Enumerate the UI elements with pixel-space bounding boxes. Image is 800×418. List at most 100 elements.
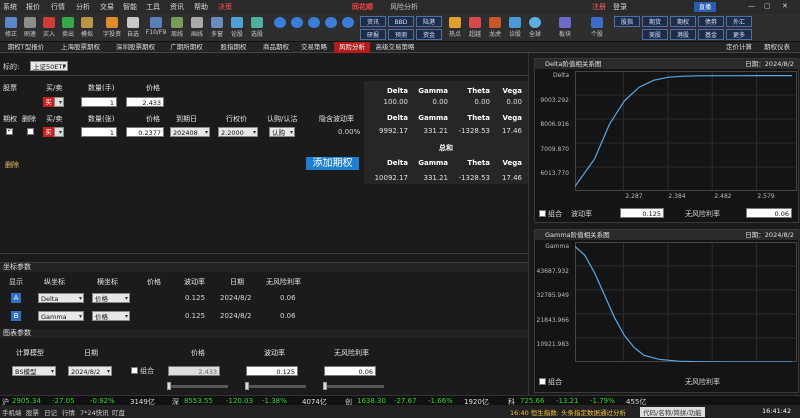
minimize-icon[interactable]: — [748, 2, 755, 10]
menu-item-tools[interactable]: 工具 [146, 2, 160, 12]
nav-forward-button[interactable] [289, 16, 305, 40]
index-futures-box[interactable]: 股指 [614, 16, 640, 27]
news-box[interactable]: 资讯 [360, 16, 386, 27]
underlying-select[interactable]: 上证50ETF [30, 61, 68, 72]
f10-button[interactable]: F10/F9 [144, 16, 168, 40]
options-box[interactable]: 期权 [670, 16, 696, 27]
chart-vol-input[interactable]: 0.125 [246, 366, 298, 376]
menu-item-analysis[interactable]: 分析 [76, 2, 90, 12]
close-icon[interactable]: ✕ [782, 2, 788, 10]
tab-strategy[interactable]: 交易策略 [296, 42, 332, 53]
draw-line-button[interactable]: 画线 [188, 16, 206, 40]
sector-button[interactable]: 板块 [556, 16, 574, 40]
price-slider[interactable] [168, 385, 228, 388]
invest-button[interactable]: 字投资 [100, 16, 124, 40]
sell-button[interactable]: 卖出 [59, 16, 77, 40]
beyond-button[interactable]: 超越 [466, 16, 484, 40]
bottom-market[interactable]: 行情 [62, 407, 75, 417]
buy-button[interactable]: 买入 [40, 16, 58, 40]
option-side-button[interactable]: 买 [43, 127, 54, 137]
nav-up-button[interactable] [306, 16, 322, 40]
model-select[interactable]: BS模型 [12, 366, 56, 377]
forum-button[interactable]: 论股 [228, 16, 246, 40]
more-box[interactable]: 更多 [726, 29, 752, 40]
forecast-box[interactable]: 预测 [388, 29, 414, 40]
bonds-box[interactable]: 债券 [698, 16, 724, 27]
vol-slider[interactable] [246, 385, 306, 388]
stock-price-input[interactable]: 2.433 [126, 97, 164, 107]
fix-button[interactable]: 修正 [2, 16, 20, 40]
menu-item-decision[interactable]: 决策 [218, 2, 232, 12]
option-enable-checkbox[interactable] [6, 126, 13, 135]
global-button[interactable]: 全球 [526, 16, 544, 40]
rate-slider-thumb[interactable] [323, 382, 327, 390]
tab-risk-analysis[interactable]: 风险分析 [334, 42, 370, 53]
bottom-mobile[interactable]: 手机端 [2, 407, 22, 417]
option-strike-select[interactable]: 2.2000 [218, 127, 258, 138]
us-stocks-box[interactable]: 美股 [642, 29, 668, 40]
menu-item-help[interactable]: 帮助 [194, 2, 208, 12]
bottom-news[interactable]: 7*24快讯 [80, 407, 109, 417]
kc-index[interactable]: 725.66 [520, 397, 545, 405]
bbd-box[interactable]: BBD [388, 16, 414, 27]
option-expiry-select[interactable]: 202408 [170, 127, 210, 138]
delta-vol-input[interactable]: 0.125 [620, 208, 664, 218]
delta-rate-input[interactable]: 0.06 [746, 208, 792, 218]
mode-badge[interactable]: 直播 [694, 2, 716, 12]
chart-rate-input[interactable]: 0.06 [324, 366, 376, 376]
tab-sz-options[interactable]: 深圳股票期权 [109, 42, 162, 53]
hk-stocks-box[interactable]: 港股 [670, 29, 696, 40]
dragon-tiger-button[interactable]: 龙虎 [486, 16, 504, 40]
menu-item-news[interactable]: 资讯 [170, 2, 184, 12]
maximize-icon[interactable]: ▢ [764, 2, 771, 10]
tab-advanced-strategy[interactable]: 高级交易策略 [372, 42, 418, 53]
refresh-button[interactable]: 刷速 [21, 16, 39, 40]
stock-side-button[interactable]: 买 [43, 97, 54, 107]
menu-item-smart[interactable]: 智能 [123, 2, 137, 12]
cy-index[interactable]: 1638.30 [357, 397, 386, 405]
sz-index[interactable]: 8553.55 [184, 397, 213, 405]
tab-option-gauge[interactable]: 期权仪表 [760, 42, 794, 53]
series-a-x-select[interactable]: 价格 [92, 293, 130, 304]
login-link[interactable]: 登录 [613, 2, 627, 12]
weekly-button[interactable]: 周线 [168, 16, 186, 40]
hotspot-button[interactable]: 热点 [446, 16, 464, 40]
option-price-input[interactable]: 0.2377 [126, 127, 164, 137]
diagnose-button[interactable]: 诊股 [506, 16, 524, 40]
code-search-input[interactable]: 代码/名称/简拼/功能 [640, 407, 705, 417]
futures-box[interactable]: 期货 [642, 16, 668, 27]
series-b-toggle[interactable]: B [11, 311, 21, 321]
stock-qty-input[interactable]: 1 [81, 97, 117, 107]
chart-date-select[interactable]: 2024/8/2 [68, 366, 112, 377]
option-type-select[interactable]: 认购 [269, 127, 295, 138]
news-ticker[interactable]: 16:40 恒生指数: 头条指定数据通过分析 [510, 407, 626, 417]
bottom-stock[interactable]: 股票 [26, 407, 39, 417]
series-a-toggle[interactable]: A [11, 293, 21, 303]
sh-index[interactable]: 2905.34 [12, 397, 41, 405]
option-side-dropdown[interactable] [54, 127, 64, 138]
research-box[interactable]: 研报 [360, 29, 386, 40]
bottom-watch[interactable]: 盯盘 [112, 407, 125, 417]
menu-item-system[interactable]: 系统 [3, 2, 17, 12]
series-b-x-select[interactable]: 价格 [92, 311, 130, 322]
price-slider-thumb[interactable] [167, 382, 171, 390]
forex-box[interactable]: 外汇 [726, 16, 752, 27]
tab-t-quote[interactable]: 期权T型报价 [0, 42, 52, 53]
bottom-diary[interactable]: 日记 [44, 407, 57, 417]
combine-checkbox[interactable] [131, 367, 138, 374]
tab-pricing-calc[interactable]: 定价计算 [722, 42, 756, 53]
funds-box[interactable]: 资金 [416, 29, 442, 40]
add-option-button[interactable]: 添加期权 [306, 157, 359, 170]
simulate-button[interactable]: 模拟 [78, 16, 96, 40]
tab-sh-options[interactable]: 上海股票期权 [54, 42, 107, 53]
nav-back-button[interactable] [272, 16, 288, 40]
tab-index-options[interactable]: 股指期权 [211, 42, 256, 53]
stock-side-dropdown[interactable] [54, 97, 64, 108]
menu-item-trade[interactable]: 交易 [100, 2, 114, 12]
watchlist-button[interactable]: 自选 [124, 16, 142, 40]
multi-window-button[interactable]: 多窗 [208, 16, 226, 40]
series-a-y-select[interactable]: Delta [38, 293, 84, 304]
stock-picker-button[interactable]: 选股 [248, 16, 266, 40]
gamma-combine-checkbox[interactable] [539, 378, 546, 385]
delta-combine-checkbox[interactable] [539, 210, 546, 217]
